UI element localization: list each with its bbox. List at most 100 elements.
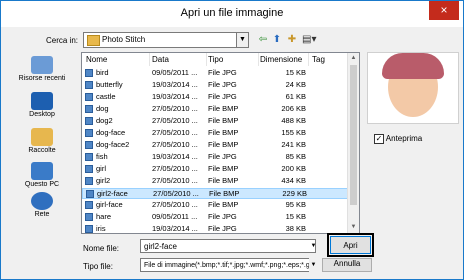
- chevron-down-icon[interactable]: ▼: [236, 33, 248, 47]
- file-name: girl2-face: [97, 189, 128, 198]
- place-libraries[interactable]: Raccolte: [7, 128, 77, 154]
- column-header-name[interactable]: Nome: [86, 53, 150, 66]
- file-size: 488 KB: [281, 116, 306, 125]
- file-row[interactable]: bird 09/05/2011 ... File JPG 15 KB: [82, 68, 347, 78]
- file-date: 27/05/2010 ...: [152, 200, 198, 209]
- view-menu-icon[interactable]: ▤▾: [302, 34, 316, 45]
- place-label: Desktop: [29, 111, 55, 118]
- file-name: fish: [96, 152, 108, 161]
- file-name: girl-face: [96, 200, 123, 209]
- cancel-button[interactable]: Annulla: [322, 258, 372, 272]
- file-name: dog: [96, 104, 109, 113]
- file-date: 09/05/2011 ...: [152, 68, 198, 77]
- file-row[interactable]: girl-face 27/05/2010 ... File BMP 95 KB: [82, 200, 347, 210]
- file-list[interactable]: Nome Data Tipo Dimensione Tag bird 09/05/…: [81, 52, 360, 234]
- checkbox-box[interactable]: ✓: [374, 134, 384, 144]
- place-network[interactable]: Rete: [7, 192, 77, 218]
- file-size: 241 KB: [281, 140, 306, 149]
- file-size: 206 KB: [281, 104, 306, 113]
- scroll-thumb[interactable]: [350, 65, 357, 205]
- file-row[interactable]: castle 19/03/2014 ... File JPG 61 KB: [82, 92, 347, 102]
- image-file-icon: [85, 93, 93, 101]
- place-recent[interactable]: Risorse recenti: [7, 56, 77, 82]
- title-bar: Apri un file immagine ×: [1, 1, 463, 27]
- computer-icon: [31, 162, 53, 180]
- image-file-icon: [85, 153, 93, 161]
- place-label: Raccolte: [28, 147, 56, 154]
- column-header-type[interactable]: Tipo: [208, 53, 259, 66]
- place-computer[interactable]: Questo PC: [7, 162, 77, 188]
- file-row[interactable]: iris 19/03/2014 ... File JPG 38 KB: [82, 224, 347, 233]
- filename-input[interactable]: girl2-face: [140, 239, 316, 253]
- filetype-dropdown[interactable]: File di immagine(*.bmp;*.tif;*.jpg;*.wmf…: [140, 258, 318, 272]
- column-header-tag[interactable]: Tag: [312, 53, 342, 66]
- vertical-scrollbar[interactable]: ▲ ▼: [347, 53, 359, 233]
- file-row[interactable]: girl2 27/05/2010 ... File BMP 434 KB: [82, 176, 347, 186]
- file-row[interactable]: fish 19/03/2014 ... File JPG 85 KB: [82, 152, 347, 162]
- file-type: File JPG: [208, 224, 237, 233]
- file-row[interactable]: dog-face 27/05/2010 ... File BMP 155 KB: [82, 128, 347, 138]
- file-name: butterfly: [96, 80, 123, 89]
- file-date: 09/05/2011 ...: [152, 212, 198, 221]
- file-row[interactable]: dog2 27/05/2010 ... File BMP 488 KB: [82, 116, 347, 126]
- file-date: 19/03/2014 ...: [152, 224, 198, 233]
- file-name: bird: [96, 68, 109, 77]
- preview-pane: [367, 52, 459, 124]
- scroll-up-icon[interactable]: ▲: [348, 53, 359, 64]
- place-label: Rete: [34, 211, 50, 218]
- file-date: 27/05/2010 ...: [152, 164, 198, 173]
- desktop-icon: [31, 92, 53, 110]
- file-name: iris: [96, 224, 106, 233]
- image-file-icon: [85, 81, 93, 89]
- preview-image-hat: [382, 53, 444, 79]
- file-date: 27/05/2010 ...: [152, 128, 198, 137]
- image-file-icon: [86, 190, 94, 198]
- file-size: 229 KB: [282, 189, 307, 198]
- up-folder-icon[interactable]: ⬆: [272, 34, 282, 45]
- file-row[interactable]: dog-face2 27/05/2010 ... File BMP 241 KB: [82, 140, 347, 150]
- lookin-dropdown[interactable]: Photo Stitch ▼: [83, 32, 249, 48]
- image-file-icon: [85, 105, 93, 113]
- file-date: 27/05/2010 ...: [152, 104, 198, 113]
- file-size: 200 KB: [281, 164, 306, 173]
- image-file-icon: [85, 225, 93, 233]
- place-label: Questo PC: [24, 181, 60, 188]
- file-type: File BMP: [208, 164, 239, 173]
- lookin-label: Cerca in:: [46, 36, 79, 45]
- file-row[interactable]: dog 27/05/2010 ... File BMP 206 KB: [82, 104, 347, 114]
- file-date: 19/03/2014 ...: [152, 80, 198, 89]
- file-size: 95 KB: [285, 200, 306, 209]
- lookin-value: Photo Stitch: [102, 35, 146, 44]
- place-desktop[interactable]: Desktop: [7, 92, 77, 118]
- filetype-chevron-icon[interactable]: ▼: [309, 258, 318, 272]
- file-name: girl2: [96, 176, 111, 185]
- file-date: 27/05/2010 ...: [152, 116, 198, 125]
- file-name: dog-face2: [96, 140, 130, 149]
- file-row[interactable]: hare 09/05/2011 ... File JPG 15 KB: [82, 212, 347, 222]
- column-header-date[interactable]: Data: [152, 53, 207, 66]
- file-date: 27/05/2010 ...: [152, 176, 198, 185]
- close-button[interactable]: ×: [429, 1, 459, 20]
- file-name: dog-face: [96, 128, 126, 137]
- file-size: 38 KB: [285, 224, 306, 233]
- back-arrow-icon[interactable]: ⇦: [258, 34, 268, 45]
- file-type: File BMP: [208, 176, 239, 185]
- scroll-down-icon[interactable]: ▼: [348, 222, 359, 233]
- file-row[interactable]: girl 27/05/2010 ... File BMP 200 KB: [82, 164, 347, 174]
- file-size: 61 KB: [285, 92, 306, 101]
- file-size: 15 KB: [285, 212, 306, 221]
- file-row[interactable]: butterfly 19/03/2014 ... File JPG 24 KB: [82, 80, 347, 90]
- libraries-icon: [31, 128, 53, 146]
- open-button[interactable]: Apri: [330, 236, 371, 254]
- network-icon: [31, 192, 53, 210]
- file-row[interactable]: girl2-face 27/05/2010 ... File BMP 229 KB: [82, 188, 349, 199]
- file-type: File BMP: [208, 200, 239, 209]
- file-date: 27/05/2010 ...: [153, 189, 199, 198]
- filename-dropdown-icon[interactable]: ▼: [309, 239, 318, 253]
- file-type: File BMP: [208, 116, 239, 125]
- preview-checkbox[interactable]: ✓ Anteprima: [374, 134, 422, 144]
- file-date: 27/05/2010 ...: [152, 140, 198, 149]
- column-header-size[interactable]: Dimensione: [260, 53, 309, 66]
- new-folder-icon[interactable]: ✚: [286, 34, 298, 45]
- file-type: File JPG: [208, 68, 237, 77]
